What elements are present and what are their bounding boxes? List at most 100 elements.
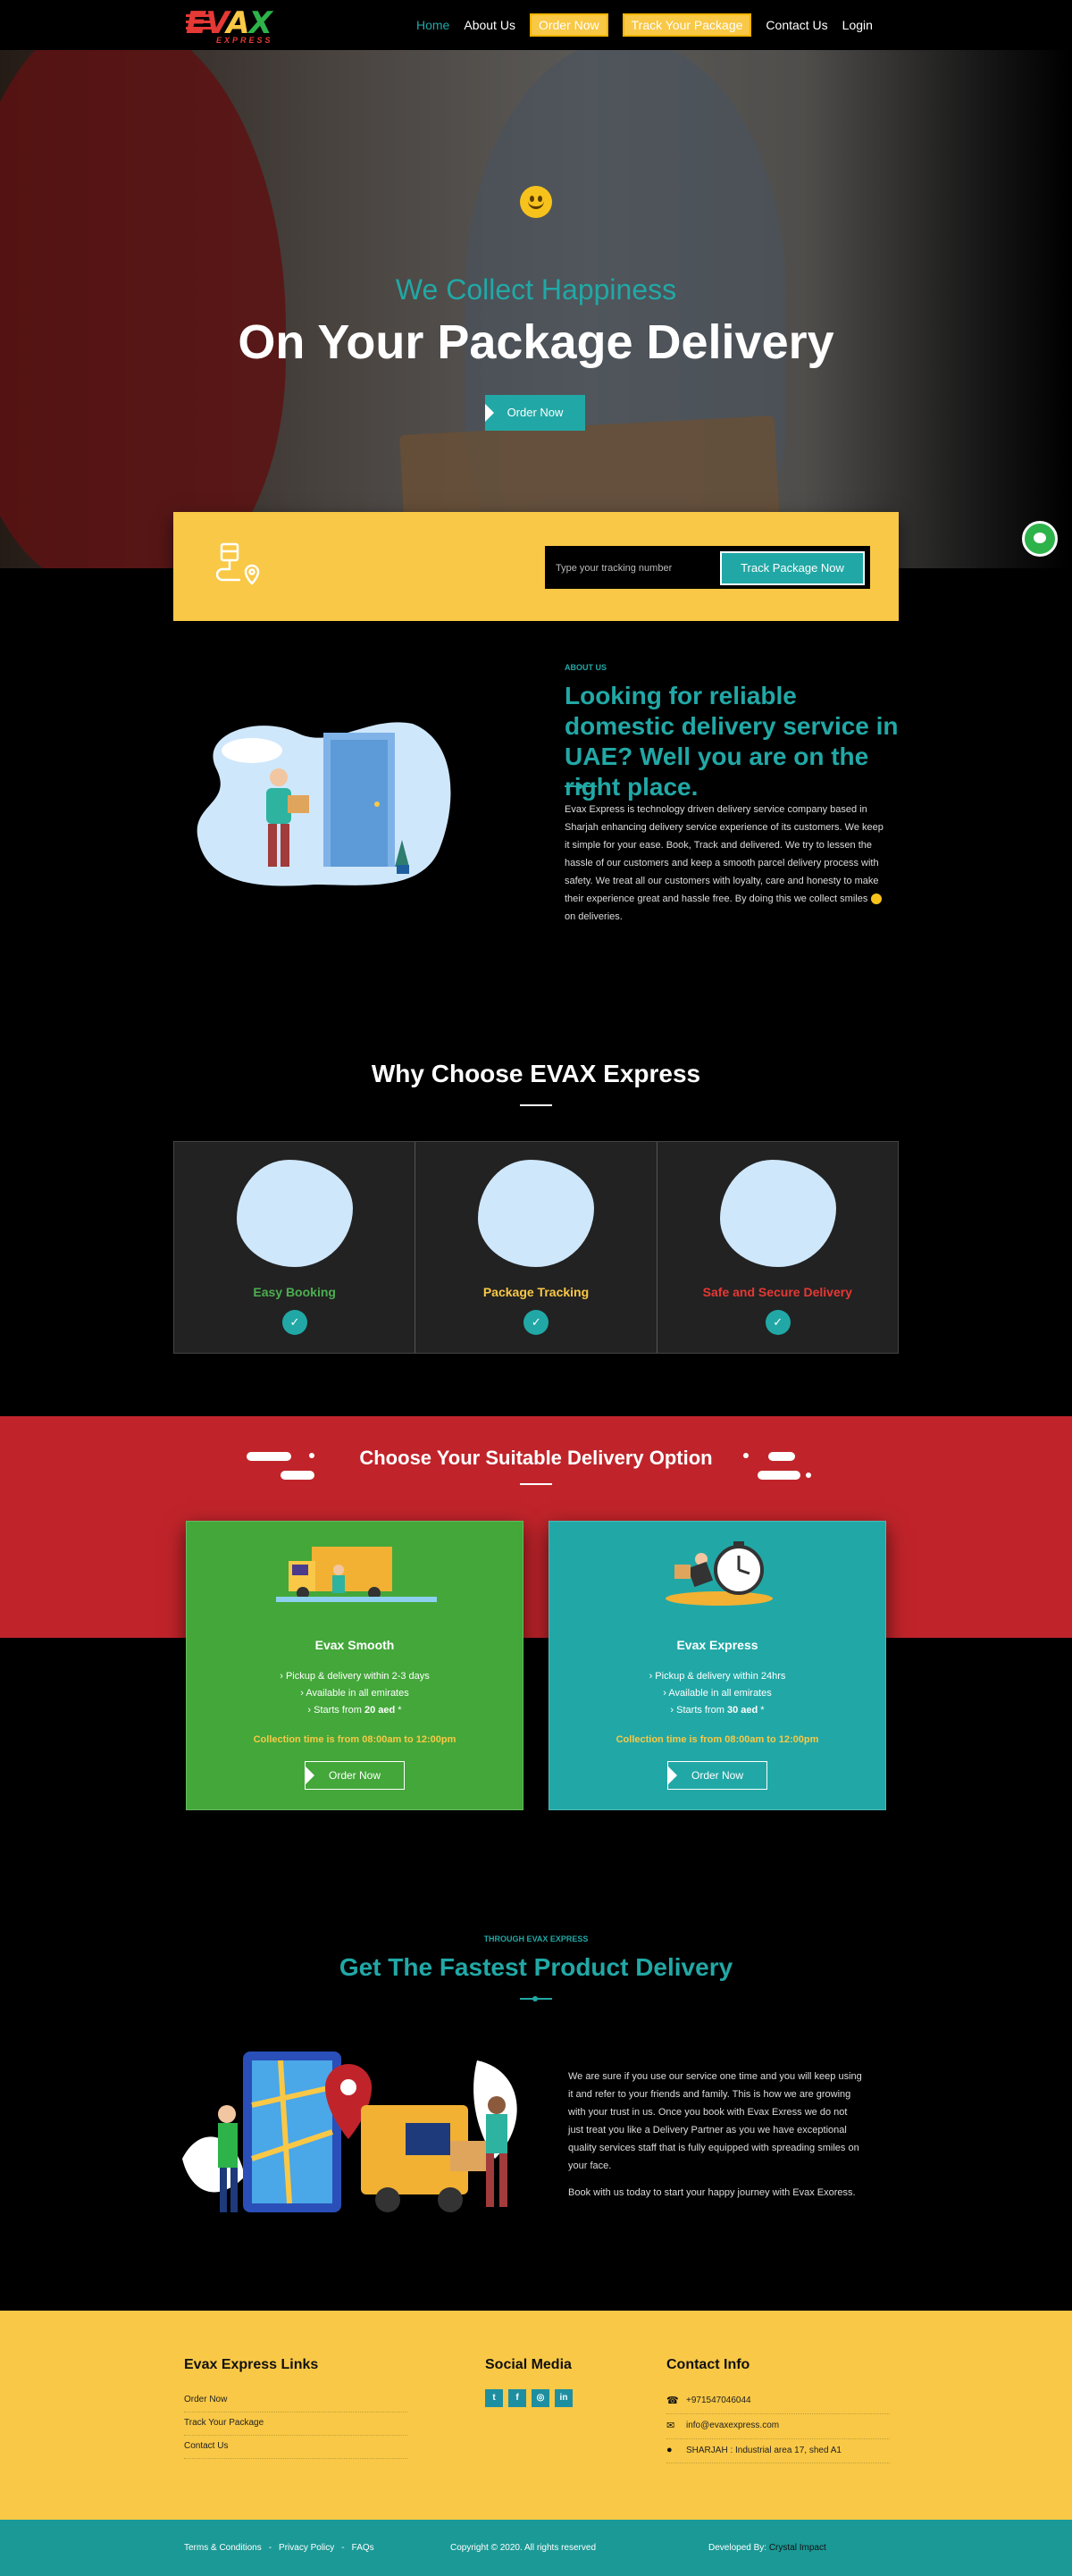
nav-login[interactable]: Login bbox=[835, 14, 880, 36]
nav-contact-us[interactable]: Contact Us bbox=[758, 14, 834, 36]
footer-social-title: Social Media bbox=[485, 2357, 572, 2372]
footer: Evax Express Links Order Now Track Your … bbox=[0, 2311, 1072, 2520]
logo-subtext: EXPRESS bbox=[216, 36, 273, 45]
about-divider bbox=[565, 784, 597, 789]
footer-links-title: Evax Express Links bbox=[184, 2357, 319, 2372]
easy-booking-illustration bbox=[237, 1160, 353, 1267]
separator: - bbox=[268, 2543, 272, 2553]
footer-contact-column: Contact Info ☎ +971547046044 ✉ info@evaxex… bbox=[666, 2357, 890, 2463]
options-title: Choose Your Suitable Delivery Option bbox=[359, 1447, 713, 1469]
footer-link-track-package[interactable]: Track Your Package bbox=[184, 2412, 407, 2436]
option-feature: › Pickup & delivery within 24hrs bbox=[649, 1671, 786, 1682]
hero-title: On Your Package Delivery bbox=[238, 315, 834, 369]
contact-phone[interactable]: ☎ +971547046044 bbox=[666, 2389, 890, 2414]
option-card-evax-smooth: Evax Smooth › Pickup & delivery within 2… bbox=[186, 1521, 523, 1810]
footer-link-contact-us[interactable]: Contact Us bbox=[184, 2436, 407, 2459]
why-features: Easy Booking ✓ Package Tracking ✓ Safe a… bbox=[173, 1141, 899, 1354]
tracking-number-input[interactable] bbox=[556, 553, 716, 583]
facebook-icon[interactable]: f bbox=[508, 2389, 526, 2407]
footer-link-order-now[interactable]: Order Now bbox=[184, 2389, 407, 2412]
tracking-bar: Track Package Now bbox=[173, 512, 899, 621]
option-feature: › Pickup & delivery within 2-3 days bbox=[280, 1671, 430, 1682]
bottom-bar: Terms & Conditions - Privacy Policy - FA… bbox=[0, 2520, 1072, 2576]
option-card-evax-express: Evax Express › Pickup & delivery within … bbox=[549, 1521, 886, 1810]
fastest-kicker: THROUGH EVAX EXPRESS bbox=[483, 1934, 589, 1943]
order-now-button[interactable]: Order Now bbox=[305, 1761, 405, 1790]
express-stopwatch-illustration bbox=[666, 1541, 773, 1606]
envelope-icon: ✉ bbox=[666, 2421, 675, 2431]
nav-about-us[interactable]: About Us bbox=[456, 14, 523, 36]
copyright: Copyright © 2020. All rights reserved bbox=[450, 2543, 597, 2553]
option-name: Evax Smooth bbox=[314, 1638, 395, 1652]
footer-links-column: Evax Express Links Order Now Track Your … bbox=[184, 2357, 407, 2459]
option-price: › Starts from 20 aed * bbox=[307, 1705, 402, 1716]
footer-contact-title: Contact Info bbox=[666, 2357, 750, 2372]
feature-label: Safe and Secure Delivery bbox=[702, 1285, 852, 1299]
logo[interactable]: EVAX EXPRESS bbox=[186, 5, 297, 45]
feature-card-easy-booking: Easy Booking ✓ bbox=[174, 1142, 416, 1353]
about-text-end: on deliveries. bbox=[565, 911, 623, 922]
option-feature: › Available in all emirates bbox=[300, 1688, 409, 1699]
collection-time: Collection time is from 08:00am to 12:00… bbox=[253, 1734, 456, 1745]
why-divider bbox=[520, 1104, 552, 1106]
package-tracking-illustration bbox=[478, 1160, 595, 1267]
option-price: › Starts from 30 aed * bbox=[670, 1705, 765, 1716]
smiley-icon bbox=[871, 894, 883, 905]
decor-line bbox=[281, 1471, 314, 1480]
contact-email[interactable]: ✉ info@evaxexpress.com bbox=[666, 2414, 890, 2439]
options-divider bbox=[520, 1483, 552, 1485]
nav-home[interactable]: Home bbox=[409, 14, 456, 36]
terms-link[interactable]: Terms & Conditions bbox=[184, 2543, 262, 2553]
developer-link[interactable]: Crystal Impact bbox=[769, 2543, 826, 2553]
tracking-form: Track Package Now bbox=[545, 546, 870, 589]
top-nav: EVAX EXPRESS Home About Us Order Now Tra… bbox=[0, 0, 1072, 50]
about-kicker: ABOUT US bbox=[565, 663, 607, 672]
instagram-icon[interactable]: ◎ bbox=[532, 2389, 549, 2407]
fastest-text: We are sure if you use our service one t… bbox=[568, 2068, 865, 2211]
check-icon: ✓ bbox=[282, 1310, 307, 1335]
safe-delivery-illustration bbox=[719, 1160, 836, 1267]
separator: - bbox=[341, 2543, 345, 2553]
fastest-paragraph-2: Book with us today to start your happy j… bbox=[568, 2187, 856, 2198]
twitter-icon[interactable]: t bbox=[485, 2389, 503, 2407]
nav-order-now[interactable]: Order Now bbox=[529, 13, 608, 37]
feature-label: Easy Booking bbox=[253, 1285, 336, 1299]
check-icon: ✓ bbox=[523, 1310, 549, 1335]
about-courier-illustration bbox=[197, 722, 451, 886]
hero-order-now-button[interactable]: Order Now bbox=[485, 395, 585, 431]
check-icon: ✓ bbox=[765, 1310, 791, 1335]
option-features: › Pickup & delivery within 2-3 days › Av… bbox=[187, 1668, 523, 1719]
feature-label: Package Tracking bbox=[482, 1285, 590, 1299]
fast-delivery-illustration bbox=[182, 2052, 517, 2212]
feature-card-package-tracking: Package Tracking ✓ bbox=[415, 1142, 657, 1353]
delivery-truck-illustration bbox=[276, 1547, 437, 1602]
order-now-button[interactable]: Order Now bbox=[667, 1761, 767, 1790]
decor-dot bbox=[806, 1473, 811, 1478]
social-icons: t f ◎ in bbox=[485, 2389, 573, 2407]
feature-card-safe-delivery: Safe and Secure Delivery ✓ bbox=[657, 1142, 898, 1353]
decor-line bbox=[758, 1471, 800, 1480]
chat-bubble-icon[interactable] bbox=[1022, 521, 1058, 557]
main-menu: Home About Us Order Now Track Your Packa… bbox=[409, 13, 880, 37]
linkedin-icon[interactable]: in bbox=[555, 2389, 573, 2407]
collection-time: Collection time is from 08:00am to 12:00… bbox=[616, 1734, 819, 1745]
phone-icon: ☎ bbox=[666, 2396, 679, 2406]
smiley-icon bbox=[520, 186, 552, 218]
nav-track-package[interactable]: Track Your Package bbox=[622, 13, 752, 37]
about-text-body: Evax Express is technology driven delive… bbox=[565, 804, 884, 904]
footer-social-column: Social Media t f ◎ in bbox=[485, 2357, 573, 2407]
fastest-title: Get The Fastest Product Delivery bbox=[339, 1953, 733, 1981]
contact-address: ● SHARJAH : Industrial area 17, shed A1 bbox=[666, 2439, 890, 2463]
option-features: › Pickup & delivery within 24hrs › Avail… bbox=[549, 1668, 885, 1719]
option-name: Evax Express bbox=[676, 1638, 758, 1652]
hero-subtitle: We Collect Happiness bbox=[395, 273, 677, 306]
fastest-paragraph-1: We are sure if you use our service one t… bbox=[568, 2071, 862, 2171]
faqs-link[interactable]: FAQs bbox=[352, 2543, 374, 2553]
option-feature: › Available in all emirates bbox=[663, 1688, 772, 1699]
privacy-link[interactable]: Privacy Policy bbox=[279, 2543, 334, 2553]
about-text: Evax Express is technology driven delive… bbox=[565, 801, 890, 926]
developer-credit: Developed By: Crystal Impact bbox=[708, 2543, 826, 2553]
track-package-button[interactable]: Track Package Now bbox=[720, 551, 865, 585]
why-title: Why Choose EVAX Express bbox=[371, 1060, 701, 1087]
fastest-divider bbox=[520, 1996, 552, 2001]
